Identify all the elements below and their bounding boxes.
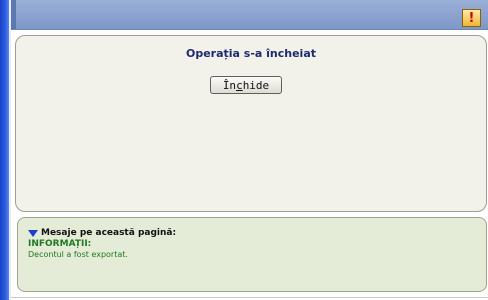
header-bar: ! xyxy=(11,0,488,30)
info-label: INFORMAȚII: xyxy=(28,239,92,249)
messages-panel: Mesaje pe această pagină: INFORMAȚII: De… xyxy=(17,217,487,292)
left-accent-bar xyxy=(0,0,9,300)
dialog-title: Operația s-a încheiat xyxy=(185,47,317,60)
exclamation-icon[interactable]: ! xyxy=(462,9,481,27)
bottom-divider xyxy=(11,297,488,298)
messages-header-label: Mesaje pe această pagină: xyxy=(41,228,177,238)
close-button-label: Închide xyxy=(222,78,270,92)
messages-header[interactable]: Mesaje pe această pagină: xyxy=(28,228,176,238)
header-separator xyxy=(11,0,16,29)
triangle-down-icon[interactable] xyxy=(28,229,38,237)
info-message: Decontul a fost exportat. xyxy=(28,250,128,259)
left-gap xyxy=(9,0,11,300)
close-button[interactable]: Închide xyxy=(210,76,282,94)
dialog-panel: Operația s-a încheiat Închide xyxy=(15,35,487,212)
